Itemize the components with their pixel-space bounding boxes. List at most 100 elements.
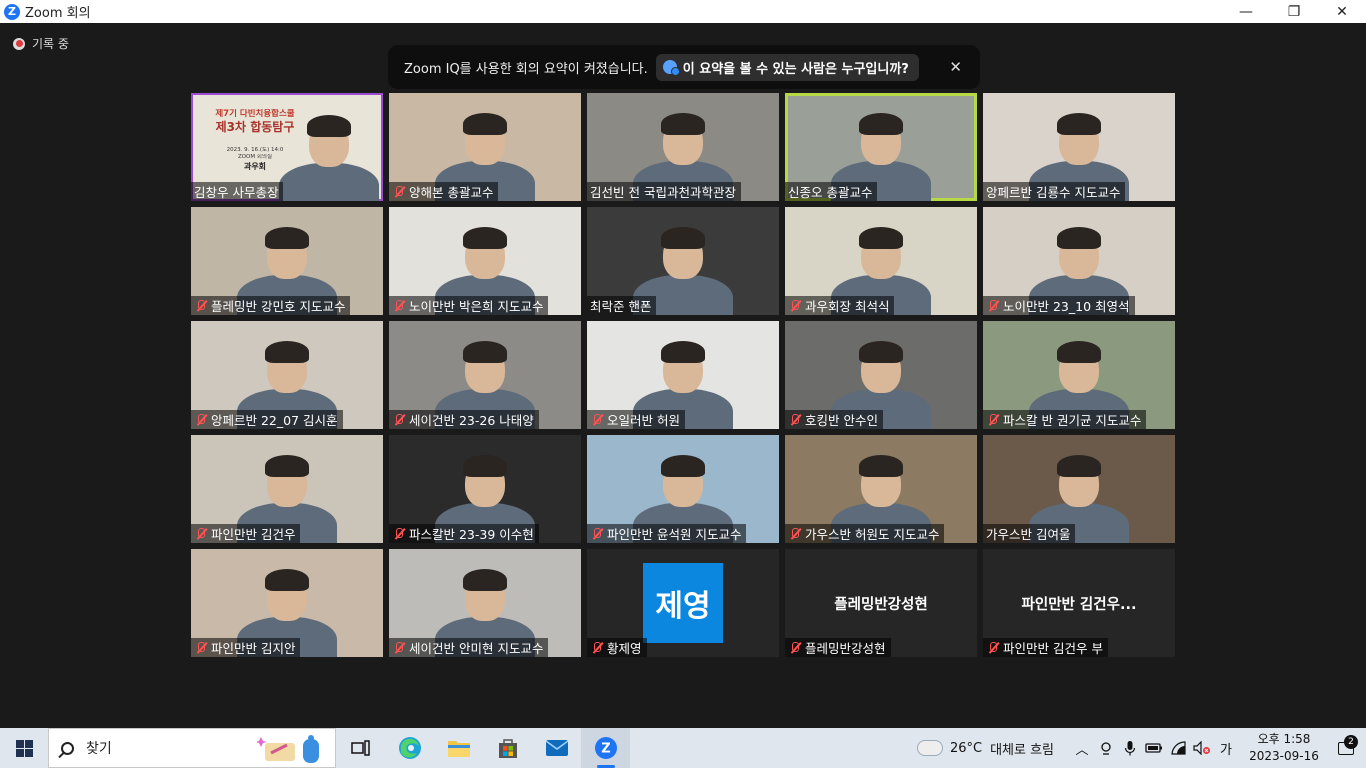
participant-name-label: 앙페르반 김룡수 지도교수 (983, 182, 1126, 201)
file-explorer-icon[interactable] (434, 728, 483, 768)
participant-tile[interactable]: 오일러반 허원 (587, 321, 779, 429)
participant-tile[interactable]: 최락준 핸폰 (587, 207, 779, 315)
camera-icon[interactable] (1096, 738, 1116, 758)
participant-name: 파인만반 김건우 (211, 527, 296, 542)
participant-name: 노이만반 박은희 지도교수 (409, 299, 544, 314)
participant-name: 파인만반 김건우 부 (1003, 641, 1103, 656)
participant-video-hair (859, 455, 903, 477)
participant-video-hair (265, 341, 309, 363)
participant-name-label: 세이건반 안미현 지도교수 (389, 638, 549, 657)
wifi-icon[interactable] (1168, 738, 1188, 758)
participant-tile[interactable]: 앙페르반 김룡수 지도교수 (983, 93, 1175, 201)
zoom-iq-banner: Zoom IQ를 사용한 회의 요약이 켜졌습니다. 이 요약을 볼 수 있는 … (388, 45, 980, 89)
participant-name: 황제영 (607, 641, 642, 656)
weather-widget[interactable]: 26°C 대체로 흐림 (917, 736, 1054, 758)
summary-viewers-link[interactable]: 이 요약을 볼 수 있는 사람은 누구입니까? (655, 53, 919, 81)
participant-tile[interactable]: 과우회장 최석식 (785, 207, 977, 315)
participant-video-hair (265, 455, 309, 477)
participant-tile[interactable]: 플레밍반 강민호 지도교수 (191, 207, 383, 315)
participant-tile[interactable]: 파인만반 김지안 (191, 549, 383, 657)
weather-desc: 대체로 흐림 (990, 742, 1054, 758)
participant-video-hair (265, 569, 309, 591)
recording-label: 기록 중 (32, 37, 69, 51)
participant-name: 오일러반 허원 (607, 413, 680, 428)
start-button[interactable] (0, 728, 48, 768)
participant-name-label: 오일러반 허원 (587, 410, 685, 429)
speaker-muted-icon[interactable] (1192, 738, 1212, 758)
mic-muted-icon (392, 185, 405, 198)
participant-video-hair (463, 455, 507, 477)
search-highlight-icon (257, 735, 319, 763)
participant-name: 파스칼반 23-39 이수현 (409, 527, 534, 542)
restore-icon[interactable]: ❐ (1270, 0, 1318, 23)
taskbar: 찾기 Z 26°C 대체로 흐림 ︿ 가 오후 1:58 2023-09-16 … (0, 728, 1366, 768)
window-titlebar: Z Zoom 회의 — ❐ ✕ (0, 0, 1366, 23)
system-tray: 26°C 대체로 흐림 ︿ 가 오후 1:58 2023-09-16 2 (917, 728, 1366, 768)
participant-name-label: 김창우 사무총장 (191, 182, 284, 201)
participant-video-hair (661, 227, 705, 249)
participant-tile[interactable]: 파스칼반 23-39 이수현 (389, 435, 581, 543)
chevron-up-icon[interactable]: ︿ (1072, 738, 1092, 758)
zoom-icon[interactable]: Z (581, 728, 630, 768)
participant-tile[interactable]: 노이만반 박은희 지도교수 (389, 207, 581, 315)
slide-text: 제3차 합동탐구 (215, 119, 295, 134)
svg-text:Z: Z (601, 742, 610, 757)
participant-name-label: 파인만반 윤석원 지도교수 (587, 524, 747, 543)
participant-tile[interactable]: 가우스반 허원도 지도교수 (785, 435, 977, 543)
participant-video-hair (1057, 227, 1101, 249)
microphone-icon[interactable] (1120, 738, 1140, 758)
participant-tile[interactable]: 세이건반 안미현 지도교수 (389, 549, 581, 657)
task-view-icon[interactable] (336, 728, 385, 768)
mail-icon[interactable] (532, 728, 581, 768)
participant-tile[interactable]: 호킹반 안수인 (785, 321, 977, 429)
participant-name-label: 파인만반 김건우 (191, 524, 301, 543)
participant-video-hair (661, 455, 705, 477)
banner-close-icon[interactable]: ✕ (949, 58, 962, 76)
participant-tile[interactable]: 제7기 다빈치융합스쿨 제3차 합동탐구 2023. 9. 16.(토) 14:0 Z… (191, 93, 383, 201)
participant-tile[interactable]: 양해본 총괄교수 (389, 93, 581, 201)
participant-tile[interactable]: 가우스반 김여울 (983, 435, 1175, 543)
participant-video-hair (859, 113, 903, 135)
participant-name-label: 황제영 (587, 638, 647, 657)
participant-tile[interactable]: 파스칼 반 권기균 지도교수 (983, 321, 1175, 429)
participant-name-label: 과우회장 최석식 (785, 296, 895, 315)
participant-tile[interactable]: 세이건반 23-26 나태양 (389, 321, 581, 429)
participant-tile[interactable]: 제영 황제영 (587, 549, 779, 657)
participant-tile[interactable]: 앙페르반 22_07 김시훈 (191, 321, 383, 429)
participant-name: 앙페르반 22_07 김시훈 (211, 413, 338, 428)
participant-name: 호킹반 안수인 (805, 413, 878, 428)
participant-tile[interactable]: 신종오 총괄교수 (785, 93, 977, 201)
mic-muted-icon (986, 299, 999, 312)
notification-center-button[interactable]: 2 (1326, 734, 1366, 755)
record-icon (13, 37, 25, 50)
participant-name-label: 파인만반 김지안 (191, 638, 301, 657)
recording-indicator[interactable]: 기록 중 (13, 35, 69, 52)
store-icon[interactable] (483, 728, 532, 768)
participant-name: 김선빈 전 국립과천과학관장 (590, 185, 736, 200)
edge-icon[interactable] (385, 728, 434, 768)
windows-logo-icon (15, 739, 33, 757)
mic-muted-icon (788, 299, 801, 312)
mic-muted-icon (392, 527, 405, 540)
minimize-icon[interactable]: — (1222, 0, 1270, 23)
mic-muted-icon (194, 641, 207, 654)
participant-tile[interactable]: 노이만반 23_10 최영석 (983, 207, 1175, 315)
mic-muted-icon (788, 641, 801, 654)
participant-tile[interactable]: 파인만반 김건우... 파인만반 김건우 부 (983, 549, 1175, 657)
participant-name: 양해본 총괄교수 (409, 185, 494, 200)
participant-video-hair (307, 115, 351, 137)
mic-muted-icon (194, 299, 207, 312)
cloudy-weather-icon (917, 736, 942, 755)
participant-tile[interactable]: 플레밍반강성현 플레밍반강성현 (785, 549, 977, 657)
battery-icon[interactable] (1144, 738, 1164, 758)
participant-tile[interactable]: 김선빈 전 국립과천과학관장 (587, 93, 779, 201)
participant-tile[interactable]: 파인만반 윤석원 지도교수 (587, 435, 779, 543)
close-icon[interactable]: ✕ (1318, 0, 1366, 23)
clock[interactable]: 오후 1:58 2023-09-16 (1242, 731, 1326, 765)
ime-indicator[interactable]: 가 (1216, 738, 1236, 758)
participant-tile[interactable]: 파인만반 김건우 (191, 435, 383, 543)
clock-date: 2023-09-16 (1249, 749, 1319, 763)
taskbar-search[interactable]: 찾기 (48, 728, 336, 768)
participant-name-label: 가우스반 김여울 (983, 524, 1076, 543)
mic-muted-icon (392, 641, 405, 654)
